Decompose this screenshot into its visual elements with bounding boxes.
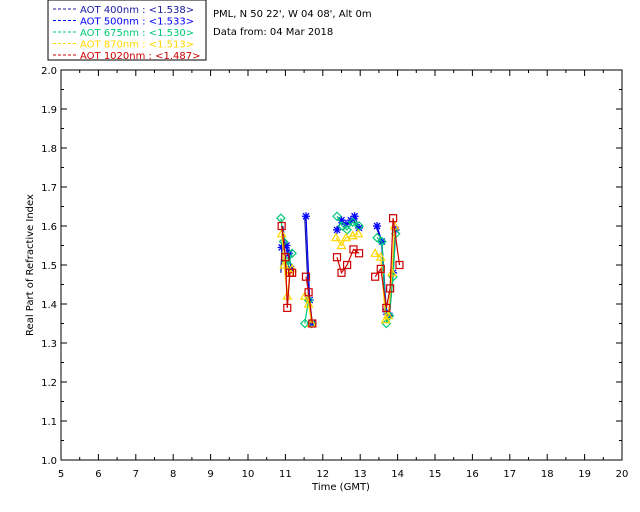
- x-tick-label: 19: [578, 469, 591, 480]
- x-tick-label: 17: [503, 469, 516, 480]
- x-tick-label: 13: [354, 469, 367, 480]
- y-tick-label: 1.6: [41, 222, 57, 233]
- data-point: [373, 222, 382, 230]
- data-point: [330, 232, 341, 242]
- y-tick-label: 1.3: [41, 339, 57, 350]
- x-tick-label: 20: [616, 469, 629, 480]
- data-point: [301, 212, 310, 221]
- y-axis: 1.0 1.1 1.2 1.3 1.4 1.5 1.6 1.7 1.8 1.9 2.0: [41, 66, 622, 467]
- data-series: [276, 211, 404, 329]
- y-tick-label: 1.9: [41, 105, 57, 116]
- refractive-index-chart: AOT 400nm : <1.538>AOT 500nm : <1.533>AO…: [25, 0, 629, 493]
- x-tick-label: 16: [466, 469, 479, 480]
- legend-entry: AOT 675nm : <1.530>: [80, 28, 194, 39]
- x-tick-label: 15: [429, 469, 442, 480]
- legend-entry: AOT 500nm : <1.533>: [80, 17, 194, 28]
- x-tick-label: 10: [242, 469, 255, 480]
- legend-entry: AOT 400nm : <1.538>: [80, 5, 194, 16]
- site-info: PML, N 50 22', W 04 08', Alt 0m: [213, 9, 372, 20]
- x-axis: 5 6 7 8 9 10 11 12 13 14 15 16 17 18 19 20: [58, 70, 629, 480]
- x-tick-label: 18: [541, 469, 554, 480]
- y-tick-label: 1.2: [41, 378, 57, 389]
- y-tick-label: 1.0: [41, 456, 57, 467]
- legend-entry: AOT 870nm : <1.513>: [80, 40, 194, 51]
- y-tick-label: 1.1: [41, 417, 57, 428]
- legend-entry: AOT 1020nm : <1.487>: [80, 51, 200, 62]
- x-tick-label: 7: [133, 469, 139, 480]
- y-axis-label: Real Part of Refractive Index: [25, 194, 36, 336]
- legend: AOT 400nm : <1.538>AOT 500nm : <1.533>AO…: [47, 0, 207, 62]
- y-tick-label: 1.5: [41, 261, 57, 272]
- plot-frame: [60, 69, 623, 461]
- x-tick-label: 12: [316, 469, 329, 480]
- y-tick-label: 2.0: [41, 66, 57, 77]
- x-tick-label: 11: [279, 469, 292, 480]
- x-axis-label: Time (GMT): [311, 482, 370, 493]
- x-tick-label: 5: [58, 469, 64, 480]
- y-tick-label: 1.8: [41, 144, 57, 155]
- x-tick-label: 6: [95, 469, 101, 480]
- x-tick-label: 8: [170, 469, 176, 480]
- x-tick-label: 9: [207, 469, 213, 480]
- y-tick-label: 1.4: [41, 300, 57, 311]
- y-tick-label: 1.7: [41, 183, 57, 194]
- date-info: Data from: 04 Mar 2018: [213, 27, 333, 38]
- x-tick-label: 14: [391, 469, 404, 480]
- data-point: [370, 248, 381, 257]
